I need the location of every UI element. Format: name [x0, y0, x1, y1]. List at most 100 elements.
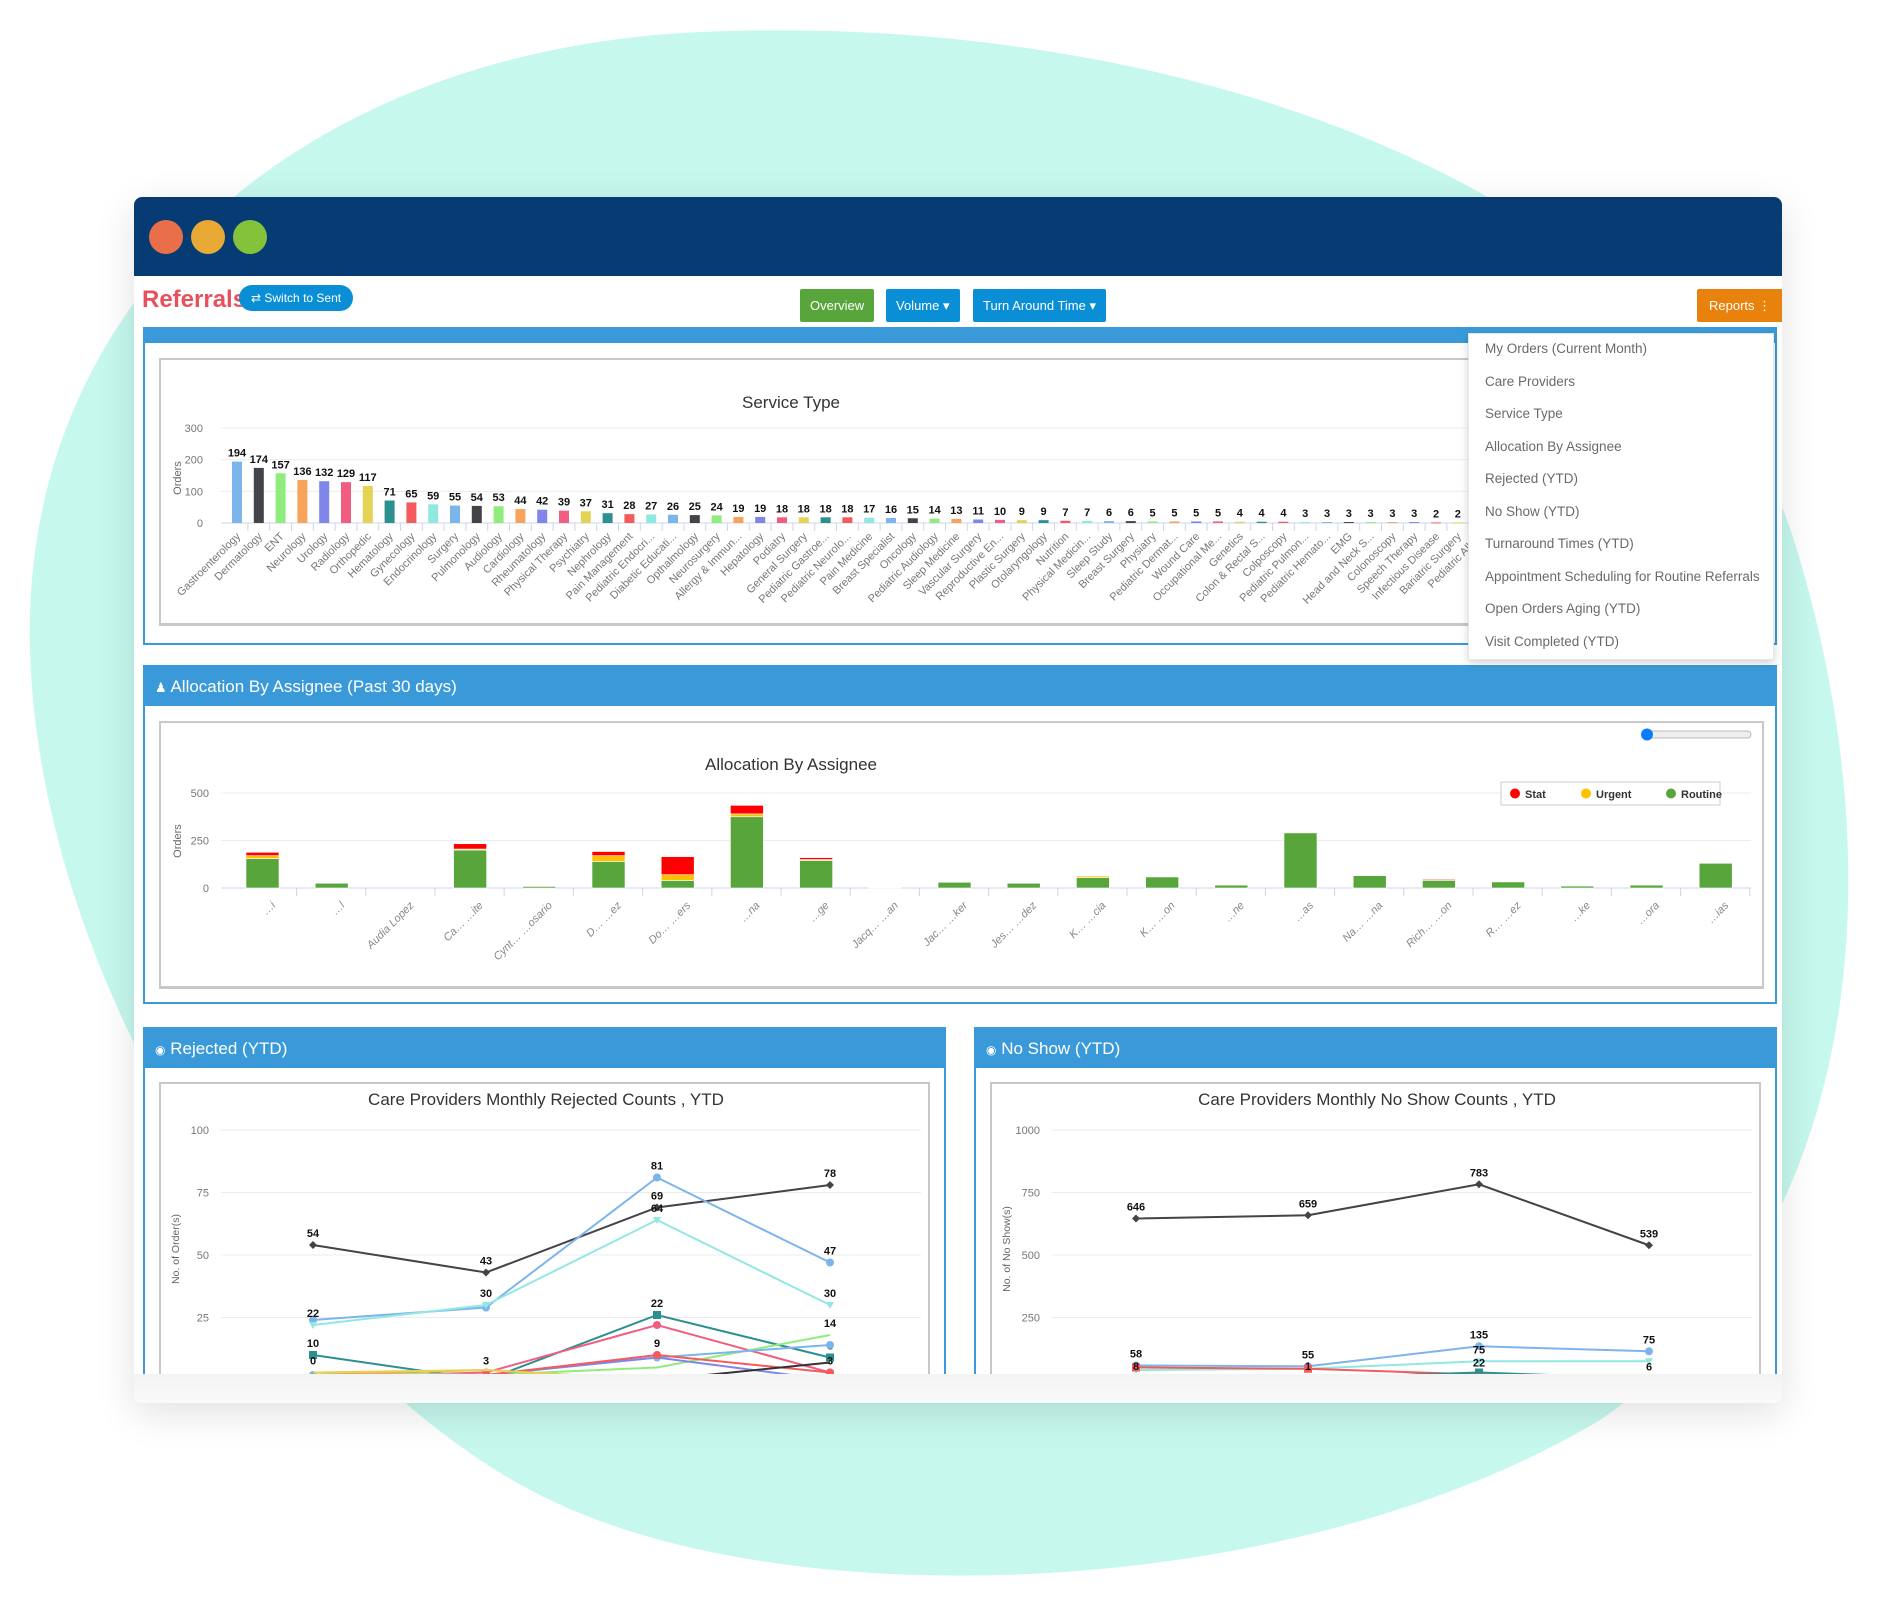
- data-label: 14: [824, 1318, 837, 1330]
- bar: [886, 517, 896, 523]
- legend-marker: [1581, 788, 1591, 799]
- chart-title: Care Providers Monthly No Show Counts , …: [1198, 1090, 1556, 1109]
- bar-segment-routine: [1006, 882, 1041, 889]
- point-marker: [309, 1241, 317, 1249]
- point-marker: [1132, 1214, 1140, 1223]
- data-label: 9: [1019, 506, 1025, 518]
- x-tick-label: Rich… …on: [1404, 900, 1454, 950]
- bar: [1278, 521, 1289, 523]
- legend-marker: [1666, 788, 1676, 799]
- data-label: 19: [732, 503, 744, 515]
- data-label: 10: [307, 1338, 319, 1350]
- bar-segment-routine: [1698, 863, 1733, 889]
- menu-item-turnaround[interactable]: Turnaround Times (YTD): [1485, 536, 1634, 551]
- legend-label-routine: Routine: [1681, 789, 1722, 801]
- x-tick-label: …ke: [1568, 900, 1592, 924]
- bar-segment-routine: [1145, 876, 1179, 889]
- menu-item-appointment-scheduling[interactable]: Appointment Scheduling for Routine Refer…: [1485, 569, 1760, 584]
- bar: [1365, 522, 1376, 524]
- bar: [1431, 522, 1441, 524]
- bar: [907, 518, 918, 523]
- data-label: 39: [558, 497, 570, 509]
- bar: [689, 515, 700, 523]
- bar-segment-routine: [799, 860, 833, 889]
- menu-item-allocation[interactable]: Allocation By Assignee: [1485, 439, 1622, 454]
- bar: [537, 509, 548, 523]
- legend-label-urgent: Urgent: [1596, 789, 1632, 801]
- panel-header: ♟ Allocation By Assignee (Past 30 days): [145, 667, 1775, 706]
- reports-button[interactable]: Reports ⋮: [1697, 289, 1782, 322]
- bar: [559, 510, 569, 523]
- data-label: 22: [307, 1308, 319, 1320]
- point-marker: [653, 1321, 661, 1329]
- bar: [384, 500, 395, 523]
- menu-item-care-providers[interactable]: Care Providers: [1485, 374, 1575, 389]
- data-label: 64: [651, 1203, 664, 1215]
- reports-menu: My Orders (Current Month) Care Providers…: [1468, 333, 1774, 660]
- menu-item-rejected[interactable]: Rejected (YTD): [1485, 471, 1578, 486]
- data-label: 2: [1433, 508, 1439, 520]
- data-label: 5: [1193, 507, 1199, 519]
- data-label: 18: [798, 503, 810, 515]
- bar: [668, 514, 678, 523]
- point-marker: [1645, 1347, 1653, 1356]
- window-titlebar: [134, 197, 1782, 276]
- y-tick-label: 0: [197, 518, 203, 530]
- bar: [1343, 522, 1354, 524]
- close-window-button[interactable]: [149, 220, 183, 254]
- menu-item-my-orders[interactable]: My Orders (Current Month): [1485, 341, 1647, 356]
- bar: [624, 514, 635, 523]
- x-tick-label: …ge: [807, 900, 832, 925]
- switch-to-sent-button[interactable]: ⇄ Switch to Sent: [239, 285, 354, 311]
- bar: [1452, 522, 1463, 524]
- y-tick-label: 500: [191, 788, 209, 800]
- volume-dropdown[interactable]: Volume ▾: [886, 289, 960, 322]
- bar-segment-stat: [799, 857, 833, 860]
- menu-item-no-show[interactable]: No Show (YTD): [1485, 504, 1580, 519]
- data-label: 37: [580, 497, 592, 509]
- chart-title: Allocation By Assignee: [705, 755, 877, 774]
- bar-segment-stat: [1422, 879, 1456, 881]
- menu-item-open-orders-aging[interactable]: Open Orders Aging (YTD): [1485, 601, 1640, 616]
- bar: [602, 513, 613, 523]
- data-label: 3: [1324, 508, 1330, 520]
- x-tick-label: R… …ez: [1484, 899, 1524, 939]
- data-label: 11: [972, 506, 984, 518]
- menu-item-visit-completed[interactable]: Visit Completed (YTD): [1485, 634, 1619, 649]
- data-label: 1: [1305, 1361, 1311, 1373]
- data-label: 58: [1130, 1349, 1142, 1361]
- data-label: 54: [471, 492, 484, 504]
- maximize-window-button[interactable]: [233, 220, 267, 254]
- chart-title: Care Providers Monthly Rejected Counts ,…: [368, 1090, 724, 1109]
- data-label: 3: [1368, 508, 1374, 520]
- data-label: 13: [950, 505, 962, 517]
- x-tick-label: …ora: [1635, 900, 1663, 928]
- bar-segment-stat: [660, 856, 695, 875]
- allocation-chart: Allocation By Assignee Orders 0 250 500 …i …l A…: [172, 728, 1752, 963]
- data-label: 659: [1299, 1198, 1317, 1210]
- turn-around-time-dropdown[interactable]: Turn Around Time ▾: [973, 289, 1106, 322]
- range-slider-track[interactable]: [1642, 730, 1752, 739]
- data-label: 9: [1041, 506, 1047, 518]
- range-slider-handle[interactable]: [1641, 728, 1653, 741]
- bar-segment-routine: [1491, 881, 1525, 889]
- y-axis-label: No. of Order(s): [170, 1214, 182, 1284]
- data-label: 59: [427, 490, 439, 502]
- data-label: 81: [651, 1161, 663, 1173]
- bar-segment-routine: [314, 882, 349, 889]
- menu-item-service-type[interactable]: Service Type: [1485, 406, 1563, 421]
- x-tick-label: Ca… …ite: [441, 900, 485, 944]
- point-marker: [1304, 1211, 1312, 1220]
- point-marker: [826, 1341, 834, 1349]
- bar: [406, 502, 417, 523]
- x-tick-label: Audia Lopez: [364, 899, 417, 952]
- data-label: 3: [1389, 508, 1395, 520]
- tab-overview[interactable]: Overview: [800, 289, 875, 322]
- bar-segment-urgent: [660, 874, 695, 881]
- bar-segment-urgent: [1076, 875, 1110, 878]
- bar: [646, 514, 657, 523]
- minimize-window-button[interactable]: [191, 220, 225, 254]
- x-tick-label: …na: [738, 900, 763, 925]
- data-label: 18: [776, 503, 788, 515]
- y-tick-label: 50: [197, 1250, 209, 1262]
